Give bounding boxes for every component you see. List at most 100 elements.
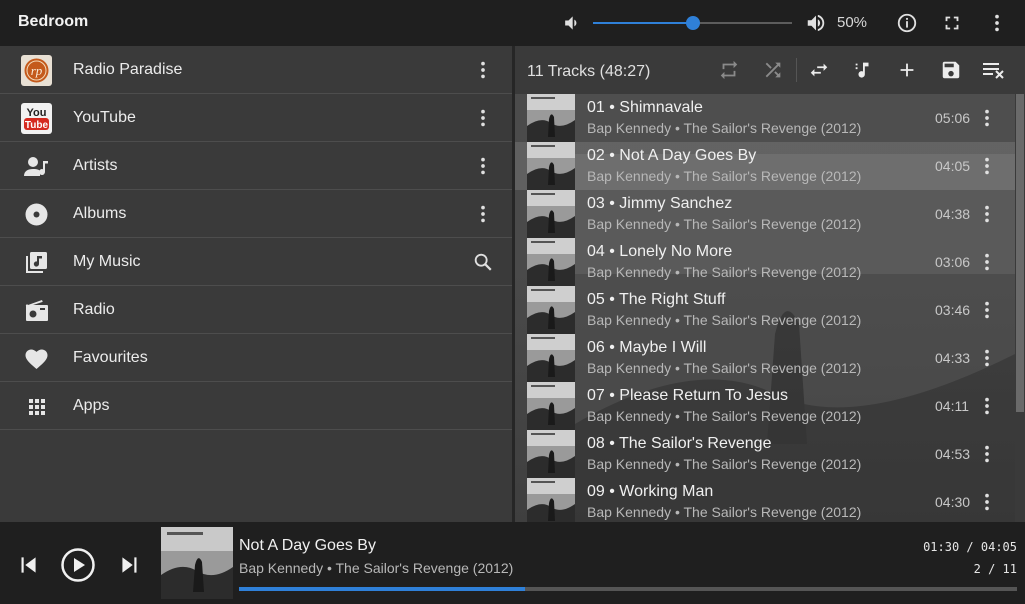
volume-up-icon[interactable] [805,12,827,34]
browse-item-favourites[interactable]: Favourites [0,334,512,382]
queue-track-row[interactable]: 08 • The Sailor's Revenge Bap Kennedy • T… [515,430,1015,478]
next-track-icon[interactable] [117,552,143,578]
youtube-logo: You Tube [21,103,52,134]
track-thumbnail [527,478,575,522]
queue-list: 01 • Shimnavale Bap Kennedy • The Sailor'… [515,94,1015,522]
more-vert-icon[interactable] [976,395,998,417]
queue-track-row[interactable]: 07 • Please Return To Jesus Bap Kennedy •… [515,382,1015,430]
search-icon[interactable] [472,251,494,273]
scrollbar-thumb[interactable] [1016,94,1024,412]
heart-icon [21,343,52,374]
browse-item-artists[interactable]: Artists [0,142,512,190]
browse-item-youtube[interactable]: You Tube YouTube [0,94,512,142]
track-duration: 03:46 [935,302,971,318]
browse-item-label: Favourites [73,349,148,366]
queue-pane: 11 Tracks (48:27) 01 • Shimnavale Bap Ke… [515,46,1025,522]
track-artist-album: Bap Kennedy • The Sailor's Revenge (2012… [587,312,862,328]
track-thumbnail [527,142,575,190]
track-title: 03 • Jimmy Sanchez [587,195,733,212]
play-icon[interactable] [60,547,96,583]
track-thumbnail [527,238,575,286]
more-vert-icon[interactable] [976,347,998,369]
track-title: 06 • Maybe I Will [587,339,707,356]
track-artist-album: Bap Kennedy • The Sailor's Revenge (2012… [587,264,862,280]
radio-paradise-logo: rp [21,55,52,86]
track-artist-album: Bap Kennedy • The Sailor's Revenge (2012… [587,504,862,520]
queue-scrollbar[interactable] [1015,94,1025,522]
track-duration: 04:53 [935,446,971,462]
browse-item-label: My Music [73,253,141,270]
more-vert-icon[interactable] [986,12,1008,34]
track-duration: 03:06 [935,254,971,270]
track-duration: 04:05 [935,158,971,174]
more-vert-icon[interactable] [472,203,494,225]
more-vert-icon[interactable] [976,443,998,465]
browse-item-radio-paradise[interactable]: rp Radio Paradise [0,46,512,94]
browse-pane: rp Radio Paradise You Tube YouTube Artis… [0,46,512,522]
track-duration: 04:30 [935,494,971,510]
info-icon[interactable] [896,12,918,34]
browse-item-label: Radio [73,301,115,318]
radio-icon [21,295,52,326]
queue-position: 2 / 11 [973,562,1017,576]
volume-down-icon[interactable] [561,13,581,33]
add-icon[interactable] [896,59,918,81]
more-vert-icon[interactable] [976,251,998,273]
queue-toolbar: 11 Tracks (48:27) [515,46,1025,94]
queue-track-row[interactable]: 06 • Maybe I Will Bap Kennedy • The Sailo… [515,334,1015,382]
track-thumbnail [527,190,575,238]
queue-track-row[interactable]: 01 • Shimnavale Bap Kennedy • The Sailor'… [515,94,1015,142]
track-artist-album: Bap Kennedy • The Sailor's Revenge (2012… [587,408,862,424]
now-playing-cover[interactable] [161,527,233,599]
track-artist-album: Bap Kennedy • The Sailor's Revenge (2012… [587,168,862,184]
more-vert-icon[interactable] [976,299,998,321]
track-thumbnail [527,286,575,334]
browse-item-label: Artists [73,157,118,174]
queue-track-row[interactable]: 05 • The Right Stuff Bap Kennedy • The Sa… [515,286,1015,334]
more-vert-icon[interactable] [976,155,998,177]
track-title: 04 • Lonely No More [587,243,733,260]
queue-track-row[interactable]: 04 • Lonely No More Bap Kennedy • The Sai… [515,238,1015,286]
queue-track-count: 11 Tracks (48:27) [527,63,651,80]
track-thumbnail [527,382,575,430]
more-vert-icon[interactable] [976,203,998,225]
browse-item-label: Radio Paradise [73,61,183,78]
queue-track-row[interactable]: 09 • Working Man Bap Kennedy • The Sailor… [515,478,1015,522]
track-duration: 04:38 [935,206,971,222]
now-playing-title: Not A Day Goes By [239,537,376,554]
browse-item-albums[interactable]: Albums [0,190,512,238]
track-title: 05 • The Right Stuff [587,291,726,308]
queue-track-row-current[interactable]: 02 • Not A Day Goes By Bap Kennedy • The … [515,142,1015,190]
browse-item-label: Albums [73,205,127,222]
player-name[interactable]: Bedroom [18,13,88,31]
artist-icon [21,151,52,182]
track-thumbnail [527,430,575,478]
track-artist-album: Bap Kennedy • The Sailor's Revenge (2012… [587,360,862,376]
queue-track-row[interactable]: 03 • Jimmy Sanchez Bap Kennedy • The Sail… [515,190,1015,238]
progress-bar-fill [239,587,525,591]
browse-item-my-music[interactable]: My Music [0,238,512,286]
volume-slider-fill [593,22,693,24]
more-vert-icon[interactable] [472,155,494,177]
more-vert-icon[interactable] [976,491,998,513]
browse-item-label: YouTube [73,109,136,126]
repeat-icon[interactable] [718,59,740,81]
apps-grid-icon [21,391,52,422]
library-music-icon [21,247,52,278]
swap-icon[interactable] [808,59,830,81]
volume-slider-thumb[interactable] [686,16,700,30]
more-vert-icon[interactable] [976,107,998,129]
add-track-icon[interactable] [852,59,874,81]
fullscreen-icon[interactable] [941,12,963,34]
track-duration: 04:11 [935,398,969,414]
browse-item-radio[interactable]: Radio [0,286,512,334]
clear-queue-icon[interactable] [981,59,1009,81]
shuffle-icon[interactable] [762,59,784,81]
more-vert-icon[interactable] [472,107,494,129]
previous-track-icon[interactable] [15,552,41,578]
more-vert-icon[interactable] [472,59,494,81]
track-artist-album: Bap Kennedy • The Sailor's Revenge (2012… [587,216,862,232]
save-icon[interactable] [940,59,962,81]
browse-item-apps[interactable]: Apps [0,382,512,430]
svg-text:Tube: Tube [25,120,49,131]
